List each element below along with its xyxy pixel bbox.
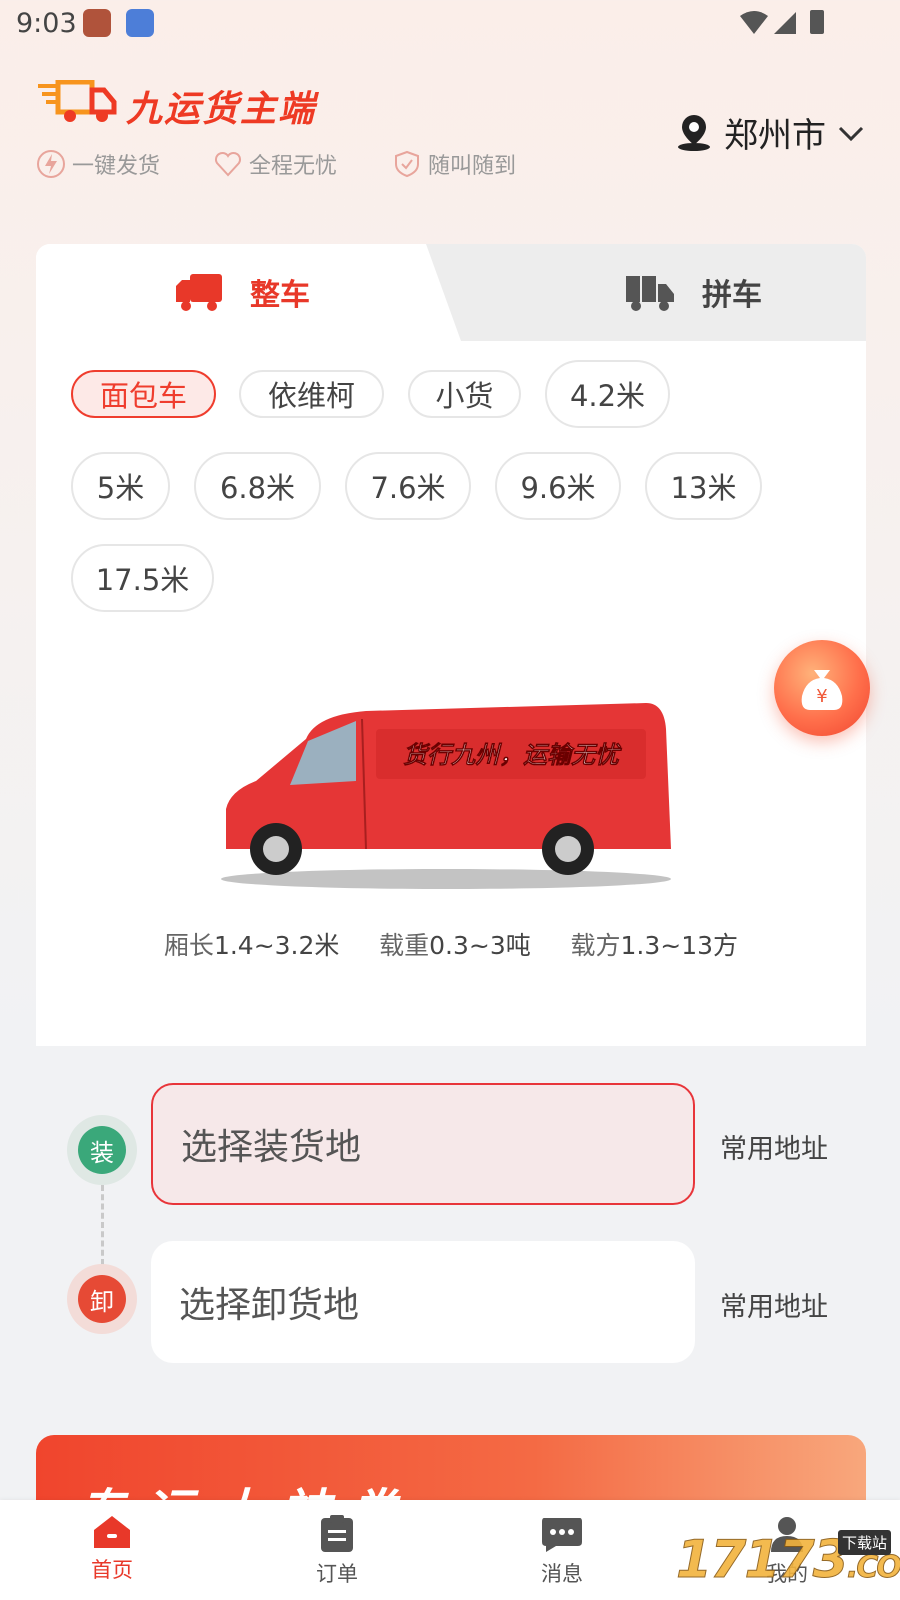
- heart-icon: [214, 151, 242, 177]
- tab-label: 整车: [250, 278, 310, 313]
- watermark-badge: 下载站: [838, 1530, 892, 1555]
- van-illustration: 货行九州，运输无忧: [216, 699, 676, 903]
- tab-label: 拼车: [702, 278, 762, 313]
- unload-address-input[interactable]: 选择卸货地: [151, 1241, 695, 1363]
- location-pin-icon: [678, 114, 710, 151]
- cargo-truck-icon: [626, 276, 674, 311]
- chat-icon: [542, 1518, 582, 1552]
- status-icons: [740, 8, 840, 42]
- vehicle-type-chip[interactable]: 7.6米: [345, 452, 471, 520]
- load-badge-label: 装: [78, 1126, 126, 1174]
- address-connector: [101, 1185, 104, 1265]
- truck-icon: [176, 274, 222, 311]
- load-address-input[interactable]: 选择装货地: [151, 1083, 695, 1205]
- spec-weight-value: 0.3~3吨: [429, 931, 531, 960]
- money-bag-button[interactable]: ¥: [774, 640, 870, 736]
- feature-label: 全程无忧: [249, 154, 338, 179]
- weibo-notification-icon: [83, 9, 111, 37]
- vehicle-type-chip[interactable]: 小货: [408, 370, 521, 418]
- home-icon: [94, 1516, 130, 1548]
- nav-label: 订单: [316, 1562, 358, 1586]
- vehicle-type-chip[interactable]: 9.6米: [495, 452, 621, 520]
- nav-label: 首页: [91, 1558, 133, 1582]
- nav-messages[interactable]: 消息: [502, 1514, 622, 1588]
- svg-text:¥: ¥: [816, 686, 827, 707]
- feature-label: 一键发货: [72, 154, 161, 179]
- feature-one-click: 一键发货: [36, 148, 160, 180]
- wifi-icon: [740, 11, 768, 34]
- unload-badge: 卸: [67, 1264, 137, 1334]
- spec-length-label: 厢长: [163, 931, 214, 960]
- shield-check-icon: [395, 150, 419, 178]
- status-time: 9:03: [16, 8, 77, 39]
- vehicle-specs: 厢长1.4~3.2米 载重0.3~3吨 载方1.3~13方: [36, 926, 866, 962]
- clipboard-icon: [321, 1515, 353, 1552]
- tab-whole-vehicle[interactable]: 整车: [36, 244, 461, 341]
- app-notification-icon: [126, 9, 154, 37]
- vehicle-type-chip[interactable]: 依维柯: [239, 370, 384, 418]
- unload-badge-label: 卸: [78, 1275, 126, 1323]
- load-badge: 装: [67, 1115, 137, 1185]
- vehicle-card: 拼车 整车 面包车 依维柯 小货 4.2米 5米 6.8米 7.6米 9.6米 …: [36, 244, 866, 1046]
- vehicle-type-chip[interactable]: 4.2米: [545, 360, 670, 428]
- spec-weight-label: 载重: [379, 931, 430, 960]
- vehicle-type-chip[interactable]: 17.5米: [71, 544, 214, 612]
- spec-volume-label: 载方: [570, 931, 621, 960]
- spec-length-value: 1.4~3.2米: [213, 931, 340, 960]
- vehicle-type-chip[interactable]: 6.8米: [194, 452, 321, 520]
- feature-label: 随叫随到: [428, 154, 517, 179]
- nav-home[interactable]: 首页: [52, 1514, 172, 1584]
- feature-on-call: 随叫随到: [392, 148, 516, 180]
- vehicle-type-chip[interactable]: 面包车: [71, 370, 216, 418]
- chevron-down-icon: [838, 126, 864, 141]
- vehicle-type-chip[interactable]: 13米: [645, 452, 762, 520]
- battery-icon: [810, 10, 824, 34]
- city-name: 郑州市: [724, 116, 826, 156]
- signal-icon: [774, 12, 796, 34]
- brand-name: 九运货主端: [126, 89, 317, 130]
- nav-label: 消息: [541, 1562, 583, 1586]
- city-selector[interactable]: 郑州市: [674, 108, 866, 157]
- load-common-address-link[interactable]: 常用地址: [720, 1127, 828, 1166]
- money-bag-icon: ¥: [801, 670, 843, 710]
- feature-worry-free: 全程无忧: [213, 148, 337, 180]
- unload-common-address-link[interactable]: 常用地址: [720, 1285, 828, 1324]
- nav-orders[interactable]: 订单: [277, 1514, 397, 1588]
- brand-truck-logo-icon: [38, 79, 118, 128]
- tab-carpool[interactable]: 拼车: [426, 244, 866, 341]
- lightning-icon: [37, 150, 65, 178]
- van-slogan: 货行九州，运输无忧: [403, 741, 622, 769]
- spec-volume-value: 1.3~13方: [620, 931, 739, 960]
- vehicle-type-chip[interactable]: 5米: [71, 452, 170, 520]
